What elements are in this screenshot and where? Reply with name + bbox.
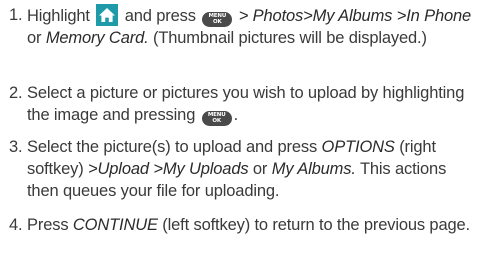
menu-path-photos: > Photos bbox=[238, 7, 304, 25]
ok-key-label: OK bbox=[212, 118, 221, 124]
step-text-part: Highlight bbox=[27, 7, 90, 25]
home-icon bbox=[96, 4, 119, 26]
step-number: 4. bbox=[9, 216, 23, 234]
step-3: 3. Select the picture(s) to upload and p… bbox=[9, 136, 479, 202]
menu-path-upload: Upload bbox=[97, 160, 150, 178]
menu-path-memory-card: Memory Card. bbox=[45, 29, 149, 47]
menu-path-my-albums: My Albums bbox=[312, 7, 393, 25]
step-number: 1. bbox=[9, 6, 23, 24]
menu-ok-key-icon: MENU OK bbox=[201, 110, 232, 126]
step-text: Press CONTINUE (left softkey) to return … bbox=[9, 214, 479, 236]
step-1: 1. Highlight and press MENU OK > Photos>M… bbox=[9, 4, 479, 49]
step-text-part: . bbox=[233, 106, 239, 124]
menu-path-separator: > bbox=[303, 7, 313, 25]
menu-key-label: MENU bbox=[208, 13, 227, 19]
step-text-part: (left softkey) to return to the previous… bbox=[162, 216, 470, 234]
continue-softkey-label: CONTINUE bbox=[72, 216, 158, 234]
step-2: 2. Select a picture or pictures you wish… bbox=[9, 82, 479, 126]
menu-path-in-phone: In Phone bbox=[406, 7, 472, 25]
step-number: 2. bbox=[9, 84, 23, 102]
step-text: Highlight and press MENU OK > Photos>My A… bbox=[9, 4, 479, 49]
step-text-part: and press bbox=[124, 7, 196, 25]
options-softkey-label: OPTIONS bbox=[321, 138, 395, 156]
step-text-part: Select a picture or pictures you wish to… bbox=[27, 84, 465, 124]
menu-path-my-albums: My Albums. bbox=[271, 160, 356, 178]
step-number: 3. bbox=[9, 138, 23, 156]
menu-path-separator: > bbox=[396, 7, 407, 25]
step-4: 4. Press CONTINUE (left softkey) to retu… bbox=[9, 214, 479, 236]
step-text-part: or bbox=[252, 160, 268, 178]
step-text: Select the picture(s) to upload and pres… bbox=[9, 136, 479, 202]
step-text-part: Press bbox=[27, 216, 69, 234]
step-text-part: Select the picture(s) to upload and pres… bbox=[27, 138, 318, 156]
menu-path-separator: > bbox=[153, 160, 163, 178]
ok-key-label: OK bbox=[212, 19, 222, 25]
menu-path-my-uploads: My Uploads bbox=[162, 160, 249, 178]
instruction-steps: 1. Highlight and press MENU OK > Photos>M… bbox=[0, 0, 484, 280]
menu-ok-key-icon: MENU OK bbox=[202, 11, 233, 27]
step-text-part: or bbox=[27, 29, 42, 47]
step-text-part: (Thumbnail pictures will be displayed.) bbox=[152, 29, 427, 47]
menu-key-label: MENU bbox=[207, 112, 226, 118]
menu-path-separator: > bbox=[88, 160, 98, 178]
step-text: Select a picture or pictures you wish to… bbox=[9, 82, 479, 126]
